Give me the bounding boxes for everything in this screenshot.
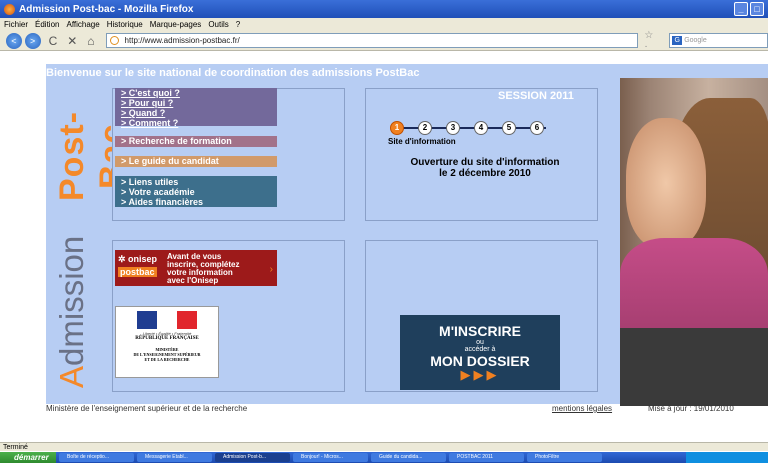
navigation-toolbar: < > C ✕ ⌂ http://www.admission-postbac.f…	[0, 30, 768, 52]
session-title: SESSION 2011	[498, 90, 574, 102]
inscription-button[interactable]: M'INSCRIRE ou accéder à MON DOSSIER ▶▶▶	[400, 315, 560, 390]
menu-help[interactable]: ?	[236, 20, 240, 29]
link-quand[interactable]: Quand ?	[121, 108, 277, 118]
opening-line-1: Ouverture du site d'information	[410, 157, 560, 168]
bookmark-star-icon[interactable]: ☆ ·	[644, 30, 659, 52]
step-caption: Site d'information	[388, 137, 456, 146]
brand-admission-rest: dmission	[53, 235, 90, 366]
page-viewport: Bienvenue sur le site national de coordi…	[0, 52, 768, 442]
photo-face	[626, 118, 706, 248]
menu-outils[interactable]: Outils	[208, 20, 228, 29]
brand-admission: Admission	[52, 235, 92, 388]
info-menu: C'est quoi ? Pour qui ? Quand ? Comment …	[115, 88, 277, 128]
window-titlebar: Admission Post-bac - Mozilla Firefox _ □	[0, 0, 768, 18]
link-votre-academie[interactable]: Votre académie	[121, 187, 277, 197]
window-title: Admission Post-bac - Mozilla Firefox	[19, 3, 194, 15]
back-button[interactable]: <	[6, 32, 22, 49]
search-placeholder: Google	[684, 37, 707, 44]
status-bar: Terminé	[0, 442, 768, 451]
link-guide-candidat[interactable]: > Le guide du candidat	[115, 156, 277, 167]
marianne-flag-icon	[137, 311, 197, 329]
link-pour-qui[interactable]: Pour qui ?	[121, 98, 277, 108]
footer-ministere: Ministère de l'enseignement supérieur et…	[46, 404, 248, 413]
step-4[interactable]: 4	[474, 121, 488, 135]
photo-shirt	[620, 328, 768, 406]
resources-menu: Liens utiles Votre académie Aides financ…	[115, 176, 277, 207]
taskbar-item[interactable]: Bonjour! - Micros...	[293, 453, 368, 462]
link-recherche-formation[interactable]: > Recherche de formation	[115, 136, 277, 147]
site-identity-icon[interactable]	[109, 36, 119, 45]
panel-session	[365, 88, 598, 221]
system-tray[interactable]	[686, 452, 768, 463]
ministere-republique: RÉPUBLIQUE FRANÇAISE	[135, 336, 199, 341]
search-engine-icon[interactable]: G	[672, 36, 683, 45]
taskbar-item[interactable]: POSTBAC 2011	[449, 453, 524, 462]
taskbar-item[interactable]: Messagerie Etabl...	[137, 453, 212, 462]
onisep-logo: ✲ onisep	[118, 254, 158, 264]
step-2[interactable]: 2	[418, 121, 432, 135]
step-3[interactable]: 3	[446, 121, 460, 135]
opening-line-2: le 2 décembre 2010	[439, 168, 531, 179]
taskbar-item[interactable]: Boîte de réceptio...	[59, 453, 134, 462]
inscrire-ou: ou	[476, 339, 484, 346]
search-input[interactable]: G Google	[669, 33, 768, 48]
link-aides-financieres[interactable]: Aides financières	[121, 197, 277, 207]
start-button[interactable]: démarrer	[0, 452, 56, 463]
address-url: http://www.admission-postbac.fr/	[124, 36, 240, 45]
brand-admission-initial: A	[53, 365, 90, 388]
onisep-arrow-icon: ›	[269, 264, 273, 275]
ministere-name: MINISTÈRE DE L'ENSEIGNEMENT SUPÉRIEUR ET…	[116, 347, 218, 362]
minimize-button[interactable]: _	[734, 2, 748, 16]
firefox-icon	[4, 3, 15, 15]
stop-icon[interactable]: ✕	[67, 34, 77, 48]
link-mentions-legales[interactable]: mentions légales	[552, 404, 612, 413]
address-bar[interactable]: http://www.admission-postbac.fr/	[105, 33, 639, 48]
inscrire-arrows-icon: ▶▶▶	[460, 367, 500, 382]
menu-edition[interactable]: Édition	[35, 20, 59, 29]
taskbar-item-active[interactable]: Admission Post-b...	[215, 453, 290, 462]
step-1[interactable]: 1	[390, 121, 404, 135]
link-comment[interactable]: Comment ?	[121, 118, 277, 128]
student-photo	[620, 78, 768, 406]
onisep-line: avec l'Onisep	[167, 276, 219, 285]
inscrire-acceder: accéder à	[464, 346, 496, 353]
maximize-button[interactable]: □	[750, 2, 764, 16]
step-5[interactable]: 5	[502, 121, 516, 135]
reload-icon[interactable]: C	[49, 34, 58, 48]
menu-marque-pages[interactable]: Marque-pages	[150, 20, 202, 29]
menu-fichier[interactable]: Fichier	[4, 20, 28, 29]
menu-historique[interactable]: Historique	[107, 20, 143, 29]
opening-notice: Ouverture du site d'information le 2 déc…	[385, 157, 585, 179]
link-liens-utiles[interactable]: Liens utiles	[121, 177, 277, 187]
forward-button[interactable]: >	[24, 32, 41, 49]
taskbar: démarrer Boîte de réceptio... Messagerie…	[0, 452, 768, 463]
link-cest-quoi[interactable]: C'est quoi ?	[121, 88, 277, 98]
taskbar-item[interactable]: PhotoFiltre	[527, 453, 602, 462]
taskbar-item[interactable]: Guide du candida...	[371, 453, 446, 462]
step-6[interactable]: 6	[530, 121, 544, 135]
onisep-logo-postbac: postbac	[118, 267, 157, 277]
home-icon[interactable]: ⌂	[87, 34, 94, 48]
onisep-banner[interactable]: ✲ onisep postbac Avant de vous inscrire,…	[115, 250, 277, 286]
step-progress: 1 2 3 4 5 6	[390, 121, 560, 135]
ministere-logo[interactable]: Liberté • Égalité • Fraternité RÉPUBLIQU…	[115, 306, 219, 378]
welcome-banner: Bienvenue sur le site national de coordi…	[46, 67, 420, 79]
menu-affichage[interactable]: Affichage	[66, 20, 99, 29]
ministere-name-line: ET DE LA RECHERCHE	[144, 357, 190, 362]
onisep-message: Avant de vous inscrire, complétez votre …	[167, 253, 239, 285]
brand-postbac: Post-Bac	[53, 111, 131, 202]
footer-update: Mise à jour : 19/01/2010	[648, 404, 734, 413]
inscrire-title: M'INSCRIRE	[439, 323, 521, 339]
